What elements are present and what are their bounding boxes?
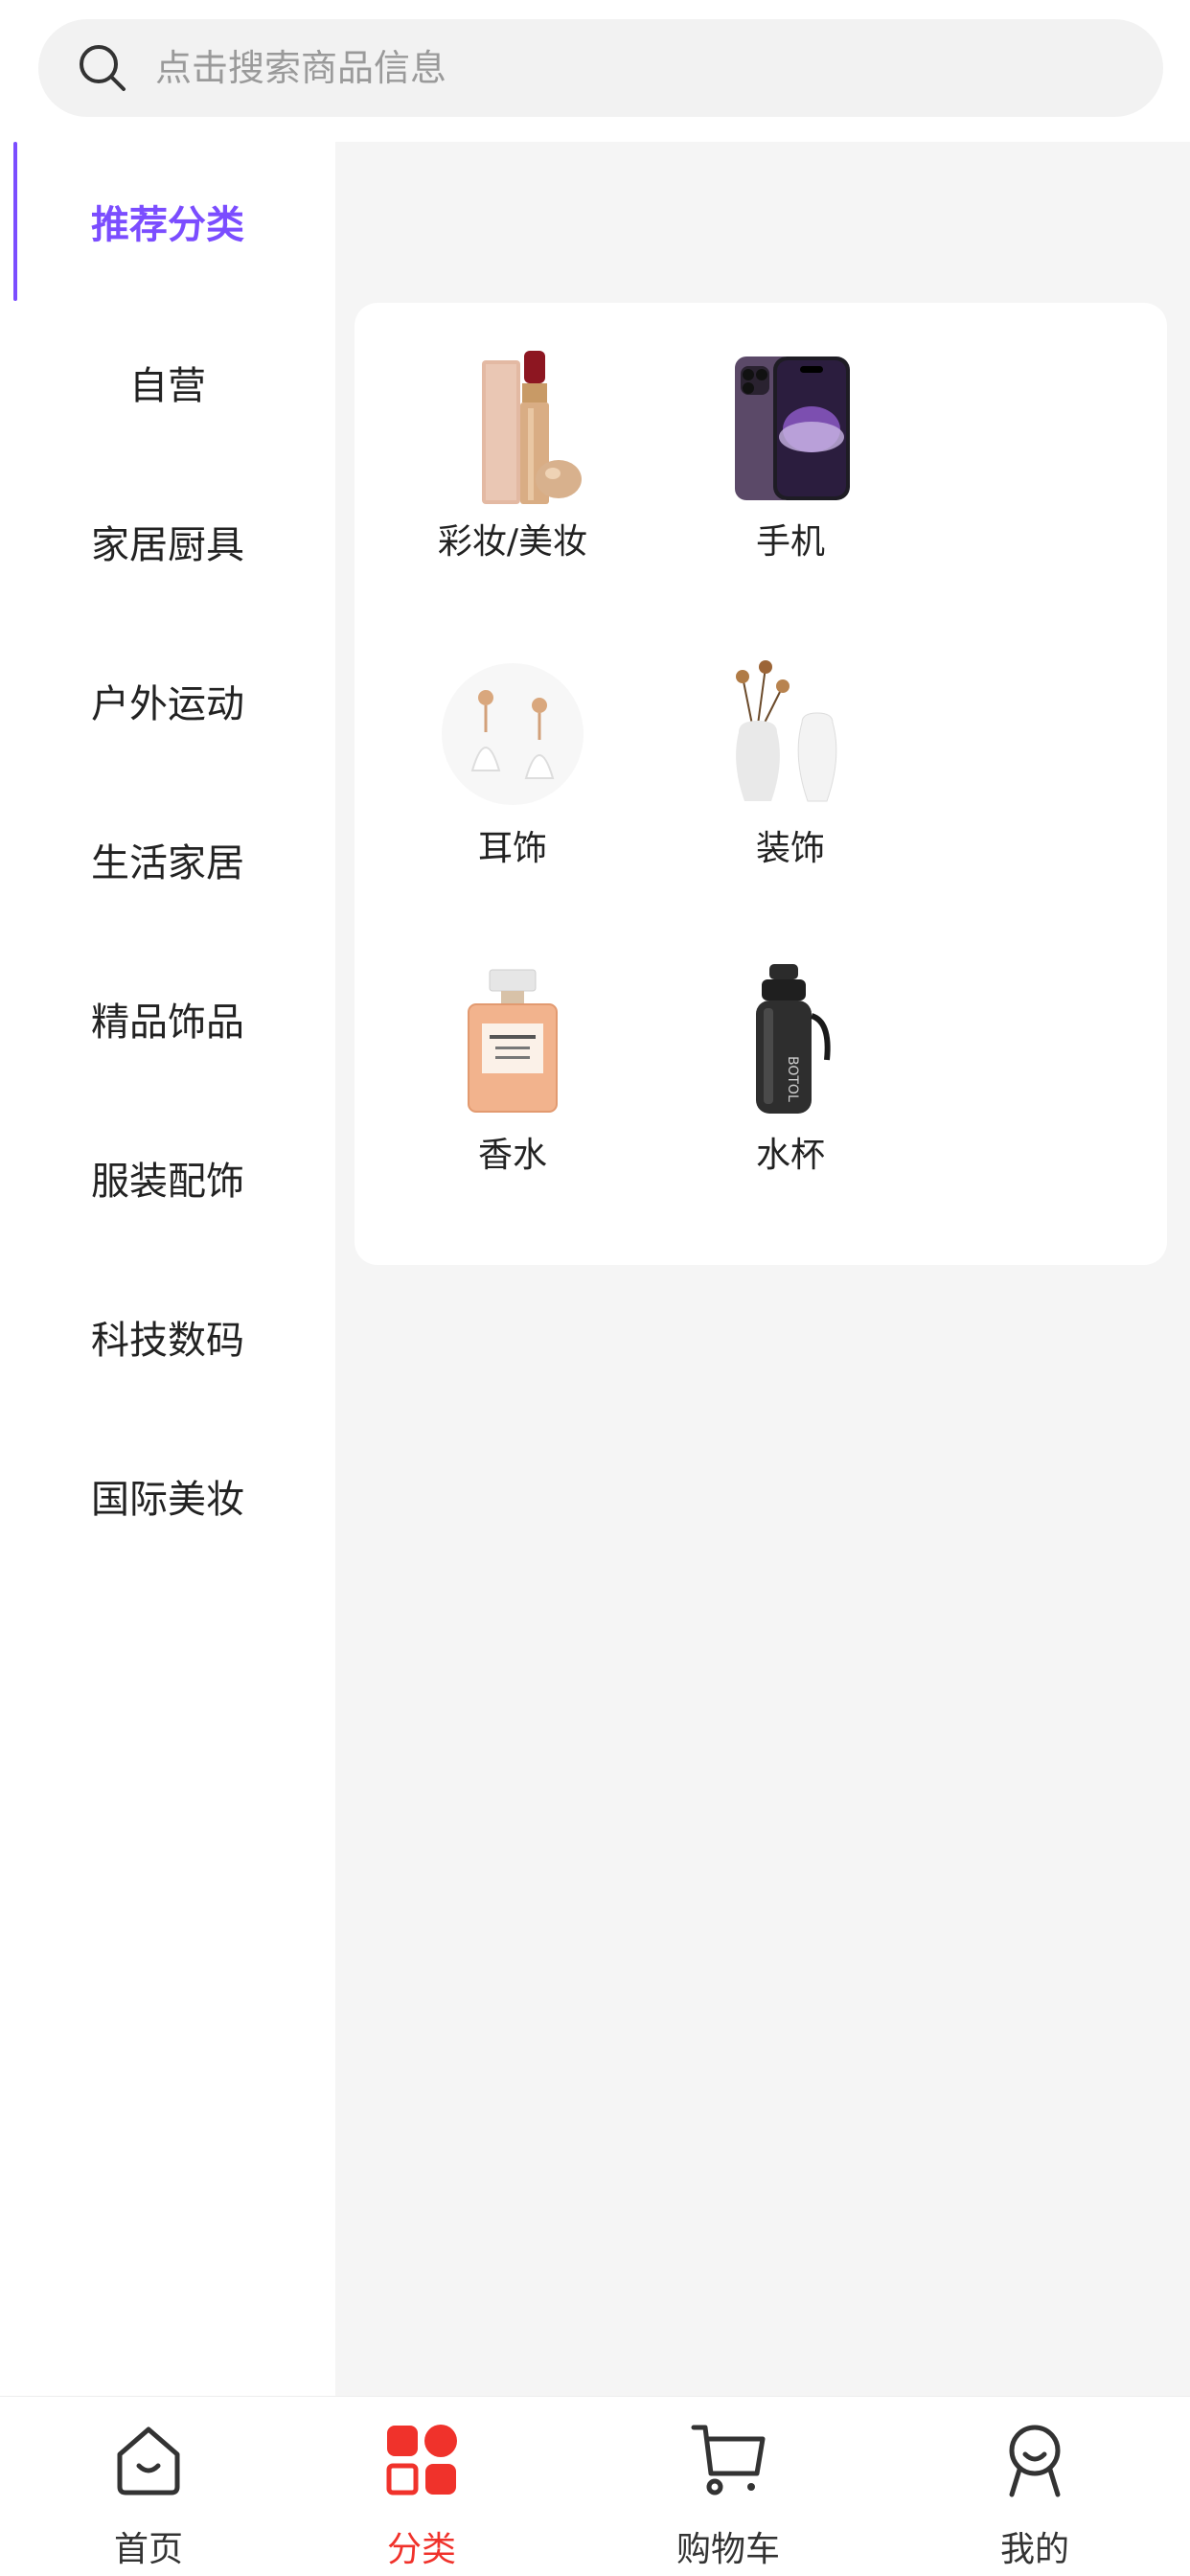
sidebar-item-label: 推荐分类 (91, 203, 244, 247)
category-decor[interactable]: 装饰 (671, 610, 910, 868)
active-indicator (13, 142, 17, 301)
sidebar-item-apparel[interactable]: 服装配饰 (0, 1098, 335, 1257)
category-label: 彩妆/美妆 (437, 522, 588, 562)
sidebar-item-label: 家居厨具 (91, 523, 244, 567)
sidebar-item-self-operated[interactable]: 自营 (0, 303, 335, 462)
sidebar-item-label: 生活家居 (91, 841, 244, 886)
tab-home[interactable]: 首页 (0, 2397, 297, 2576)
tab-label: 购物车 (675, 2530, 780, 2569)
category-content: 彩妆/美妆 手机 耳饰 装饰 香水 BOTOL 水杯 (335, 142, 1190, 2396)
search-header (0, 0, 1190, 142)
vase-image (736, 660, 837, 802)
sidebar-item-label: 户外运动 (91, 682, 244, 726)
water-bottle-image: BOTOL (756, 964, 831, 1114)
category-earrings[interactable]: 耳饰 (393, 610, 632, 868)
category-grid-card: 彩妆/美妆 手机 耳饰 装饰 香水 BOTOL 水杯 (355, 303, 1167, 1265)
tab-label: 分类 (386, 2530, 456, 2569)
search-bar[interactable] (38, 19, 1163, 117)
category-label: 装饰 (755, 829, 825, 868)
sidebar-item-digital-tech[interactable]: 科技数码 (0, 1257, 335, 1416)
perfume-image (468, 969, 558, 1113)
sidebar-item-label: 精品饰品 (91, 1000, 244, 1045)
category-label: 耳饰 (477, 829, 547, 868)
sidebar-item-recommended[interactable]: 推荐分类 (0, 142, 335, 301)
tab-cart[interactable]: 购物车 (580, 2397, 877, 2576)
category-label: 手机 (755, 522, 825, 562)
sidebar-item-label: 科技数码 (91, 1319, 244, 1363)
category-water-bottle[interactable]: BOTOL 水杯 (671, 916, 910, 1175)
tab-label: 我的 (999, 2530, 1069, 2569)
earrings-image (442, 663, 584, 805)
search-input[interactable] (153, 46, 1016, 90)
sidebar-item-outdoor-sports[interactable]: 户外运动 (0, 621, 335, 780)
sidebar-item-fine-jewelry[interactable]: 精品饰品 (0, 939, 335, 1098)
cart-icon (691, 2425, 766, 2496)
category-page: 推荐分类 自营 家居厨具 户外运动 生活家居 精品饰品 服装配饰 科技数码 国际… (0, 0, 1190, 2576)
profile-icon (1009, 2425, 1061, 2497)
search-icon (80, 45, 126, 91)
category-sidebar: 推荐分类 自营 家居厨具 户外运动 生活家居 精品饰品 服装配饰 科技数码 国际… (0, 142, 335, 2396)
category-label: 水杯 (755, 1136, 825, 1175)
tab-label: 首页 (113, 2530, 183, 2569)
category-label: 香水 (477, 1136, 547, 1175)
sidebar-item-label: 服装配饰 (91, 1160, 244, 1204)
phone-image (735, 356, 850, 500)
category-makeup[interactable]: 彩妆/美妆 (393, 303, 632, 562)
category-phone[interactable]: 手机 (671, 303, 910, 562)
sidebar-item-living-home[interactable]: 生活家居 (0, 780, 335, 939)
tab-category[interactable]: 分类 (273, 2397, 570, 2576)
category-icon (386, 2425, 457, 2496)
svg-text:BOTOL: BOTOL (785, 1056, 800, 1102)
home-icon (117, 2426, 180, 2496)
lipstick-image (482, 351, 582, 504)
sidebar-item-home-kitchen[interactable]: 家居厨具 (0, 462, 335, 621)
tab-profile[interactable]: 我的 (886, 2397, 1183, 2576)
sidebar-item-label: 国际美妆 (91, 1478, 244, 1522)
sidebar-item-label: 自营 (129, 364, 206, 408)
bottom-tab-bar: 首页 分类 购物车 我的 (0, 2396, 1190, 2576)
category-perfume[interactable]: 香水 (393, 916, 632, 1175)
sidebar-item-intl-beauty[interactable]: 国际美妆 (0, 1416, 335, 1576)
